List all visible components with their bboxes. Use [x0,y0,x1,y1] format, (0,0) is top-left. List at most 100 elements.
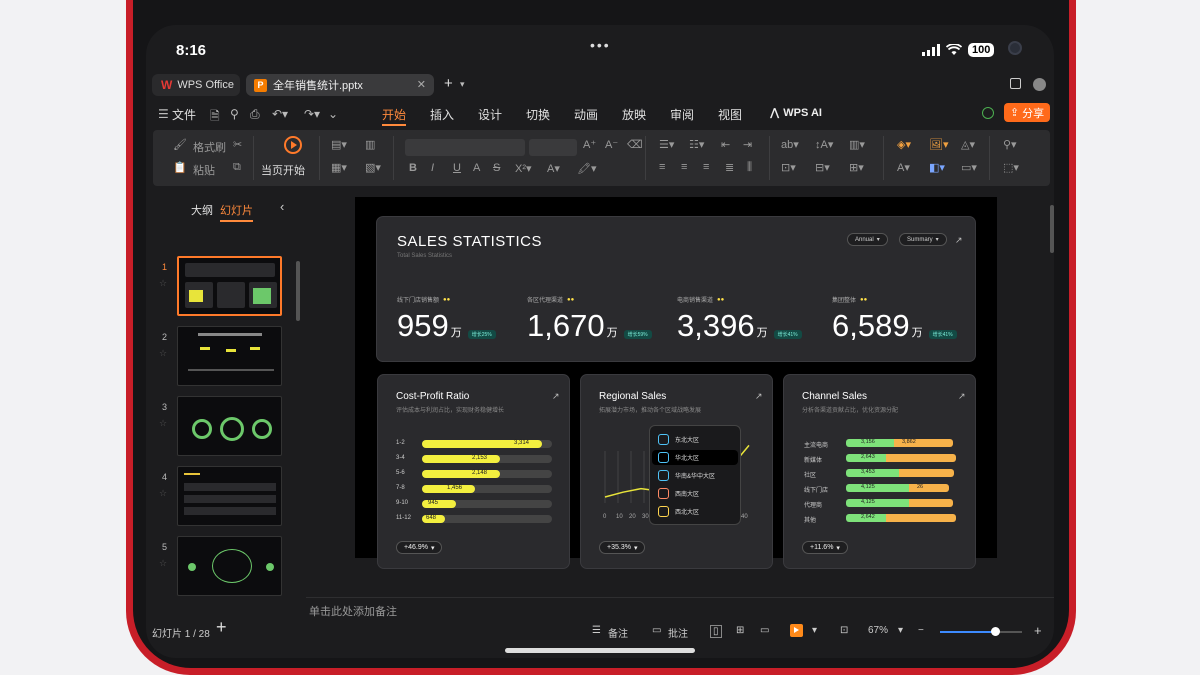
shapes-icon[interactable]: ◈▾ [897,138,911,151]
paste-icon[interactable]: 📋 [173,161,187,174]
save-icon[interactable]: 🗎 [210,107,220,128]
distribute-icon[interactable]: ⫼ [747,161,752,174]
multitask-dots-icon[interactable]: ••• [590,37,611,53]
font-family-select[interactable] [405,139,525,156]
clear-format-icon[interactable]: ⌫ [627,138,643,151]
play-from-current-icon[interactable] [284,136,302,154]
slide-thumbnail-5[interactable]: 5 ☆ [146,536,306,596]
share-button[interactable]: ⇪ 分享 [1004,103,1050,122]
more-chevron-icon[interactable]: ⌄ [328,107,338,121]
tab-document[interactable]: P 全年销售统计.pptx ✕ [246,74,434,96]
decrease-font-icon[interactable]: A⁻ [605,138,618,151]
numbered-list-icon[interactable]: ☷▾ [689,138,704,151]
normal-view-icon[interactable]: ▯ [710,625,722,638]
tab-review[interactable]: 审阅 [670,106,694,123]
undo-icon[interactable]: ↶▾ [272,107,288,121]
tab-insert[interactable]: 插入 [430,106,454,123]
expand-icon[interactable]: ↗ [958,391,966,402]
expand-icon[interactable]: ↗ [552,391,560,402]
underline-icon[interactable]: U [453,162,461,174]
increase-indent-icon[interactable]: ⇥ [743,138,752,151]
cloud-sync-icon[interactable] [982,107,994,119]
align-center-icon[interactable]: ≡ [681,161,687,173]
bold-icon[interactable]: B [409,162,417,174]
shadow-icon[interactable]: A [473,162,480,174]
copy-icon[interactable]: ⧉ [233,161,241,174]
paste-label[interactable]: 粘贴 [193,162,215,178]
highlight-icon[interactable]: 🖍▾ [577,162,597,175]
tab-outline[interactable]: 大纲 [191,202,213,218]
bullet-list-icon[interactable]: ☰▾ [659,138,674,151]
new-tab-icon[interactable]: + [444,75,453,92]
align-left-icon[interactable]: ≡ [659,161,665,173]
section-icon[interactable]: ▧▾ [365,161,381,174]
collapse-panel-icon[interactable]: ‹ [280,199,284,214]
search-icon[interactable]: ⚲▾ [1003,138,1017,151]
growth-pill[interactable]: +11.6% ▾ [802,541,848,554]
tab-slides[interactable]: 幻灯片 [220,202,253,222]
strikethrough-icon[interactable]: S [493,162,500,174]
superscript-icon[interactable]: X²▾ [515,162,532,175]
canvas-scrollbar[interactable] [1050,205,1054,253]
layout-icon[interactable]: ▦▾ [331,161,347,174]
tab-view[interactable]: 视图 [718,106,742,123]
italic-icon[interactable]: I [431,162,434,174]
zoom-out-icon[interactable]: − [918,625,924,636]
slide-thumbnail-4[interactable]: 4 ☆ [146,466,306,526]
filter-period[interactable]: Annual ▾ [847,233,888,246]
tab-design[interactable]: 设计 [478,106,502,123]
format-painter-icon[interactable]: 🖌 [173,138,187,151]
justify-icon[interactable]: ≣ [725,161,734,174]
redo-icon[interactable]: ↷▾ [304,107,320,121]
region-item[interactable]: 西北大区 [658,504,699,519]
notes-field[interactable]: 单击此处添加备注 [306,597,1054,621]
region-item[interactable]: 东北大区 [658,432,699,447]
expand-icon[interactable]: ↗ [955,235,963,246]
text-effect-icon[interactable]: A▾ [897,161,910,174]
tab-animation[interactable]: 动画 [574,106,598,123]
arrange-icon[interactable]: ◧▾ [929,161,945,174]
tab-home[interactable]: 开始 [382,106,407,126]
slide-thumbnail-3[interactable]: 3 ☆ [146,396,306,456]
slide-layout-icon[interactable]: ▥ [365,138,375,151]
new-slide-icon[interactable]: ▤▾ [331,138,347,151]
slide[interactable]: SALES STATISTICS Total Sales Statistics … [355,197,997,569]
line-spacing-icon[interactable]: ↕A▾ [815,138,833,151]
slideshow-play-icon[interactable] [790,624,803,637]
align-text-icon[interactable]: ⊟▾ [815,161,830,174]
font-color-icon[interactable]: A▾ [547,162,560,175]
growth-pill[interactable]: +46.9% ▾ [396,541,443,554]
tab-wps-office[interactable]: W WPS Office [152,74,240,96]
region-item[interactable]: 西南大区 [658,486,699,501]
zoom-slider-handle[interactable] [990,627,1000,636]
fill-icon[interactable]: ◬▾ [961,138,975,151]
picture-icon[interactable]: 🖼▾ [929,138,949,151]
text-direction-icon[interactable]: ab▾ [781,138,799,151]
slide-thumbnail-2[interactable]: 2 ☆ [146,326,306,386]
tab-slideshow[interactable]: 放映 [622,106,646,123]
chevron-down-icon[interactable]: ▾ [898,625,903,636]
expand-icon[interactable]: ↗ [755,391,763,402]
sorter-view-icon[interactable]: ⊞ [736,625,744,636]
print-icon[interactable]: ⎙ [250,107,260,122]
smartart-icon[interactable]: ⊞▾ [849,161,864,174]
chevron-down-icon[interactable]: ▾ [812,625,817,636]
wps-ai-button[interactable]: ⋀ WPS AI [770,106,822,120]
select-icon[interactable]: ⬚▾ [1003,161,1019,174]
chevron-down-icon[interactable]: ▾ [460,79,465,90]
text-box-icon[interactable]: ⊡▾ [781,161,796,174]
play-from-current-label[interactable]: 当页开始 [261,162,305,178]
notes-button[interactable]: 备注 [608,625,628,640]
fit-page-icon[interactable]: ⊡ [840,625,848,636]
window-switch-icon[interactable] [1010,78,1021,89]
region-item[interactable]: 华北大区 [652,450,738,465]
zoom-slider[interactable] [940,627,1022,636]
filter-view[interactable]: Summary ▾ [899,233,947,246]
decrease-indent-icon[interactable]: ⇤ [721,138,730,151]
outline-icon[interactable]: ▭▾ [961,161,977,174]
growth-pill[interactable]: +35.3% ▾ [599,541,646,554]
reading-view-icon[interactable]: ▭ [760,625,769,636]
slide-thumbnail-1[interactable]: 1 ☆ [146,256,306,316]
comments-button[interactable]: 批注 [668,625,688,640]
find-icon[interactable]: ⚲ [230,107,239,121]
